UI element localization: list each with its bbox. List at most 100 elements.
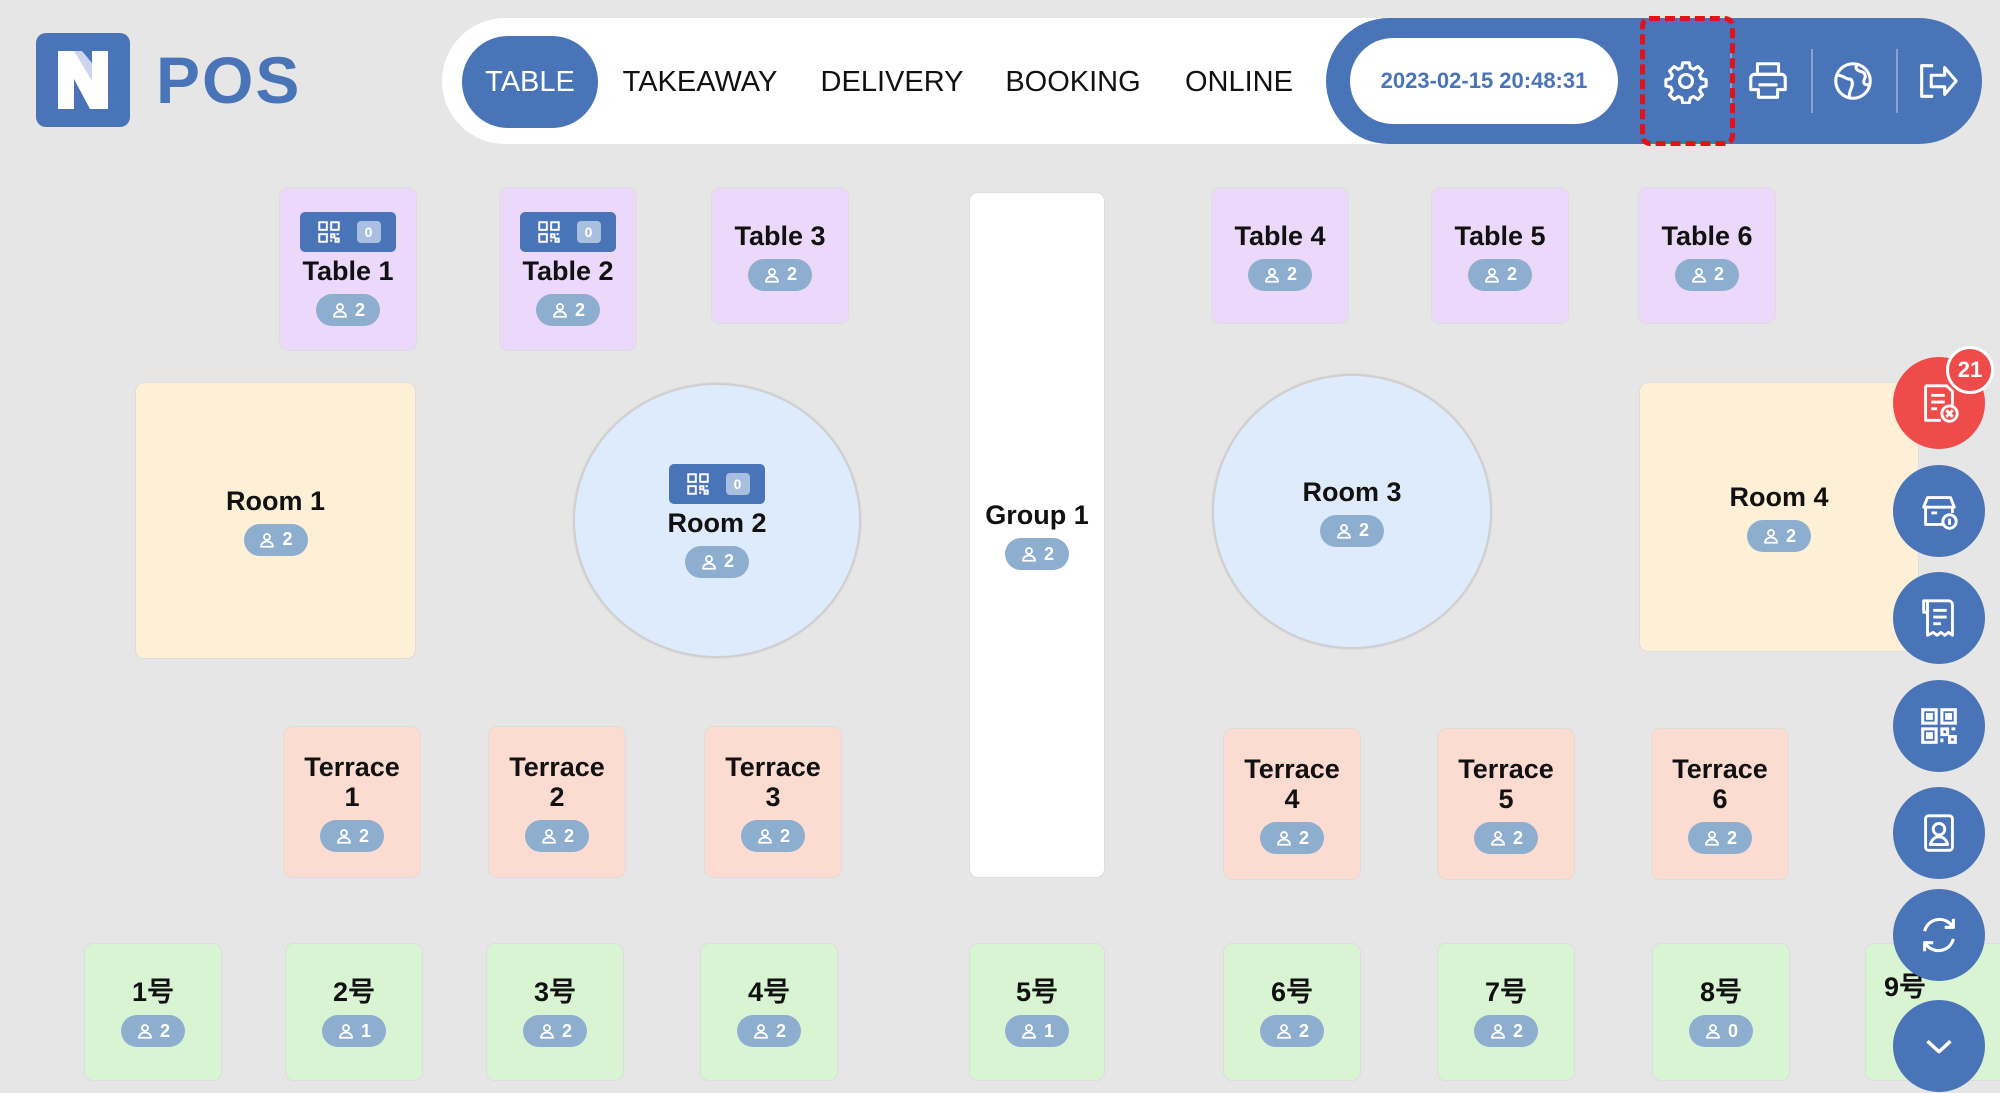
printer-icon bbox=[1749, 62, 1787, 99]
logo-text: POS bbox=[156, 43, 302, 117]
qr-code-icon bbox=[317, 221, 340, 243]
person-icon bbox=[1022, 547, 1036, 562]
logout-button[interactable] bbox=[1897, 41, 1977, 121]
person-icon bbox=[1705, 831, 1719, 846]
guest-badge: 2 bbox=[243, 523, 308, 556]
language-button[interactable] bbox=[1813, 41, 1893, 121]
receipt-icon bbox=[1922, 599, 1954, 637]
table-card[interactable]: 0 Table 2 2 bbox=[500, 188, 636, 350]
table-card[interactable]: Table 3 2 bbox=[712, 188, 848, 323]
guest-badge: 2 bbox=[316, 294, 380, 326]
tab-booking[interactable]: BOOKING bbox=[998, 36, 1148, 128]
table-name: Terrace 4 bbox=[1244, 754, 1340, 814]
person-icon bbox=[1491, 831, 1505, 846]
logo-icon bbox=[36, 33, 130, 127]
table-name: 2号 bbox=[332, 977, 376, 1007]
table-name: Table 2 bbox=[522, 256, 614, 286]
table-card[interactable]: 1号 2 bbox=[85, 944, 221, 1080]
qr-code-icon bbox=[537, 221, 560, 243]
table-card[interactable]: 3号 2 bbox=[487, 944, 623, 1080]
person-icon bbox=[260, 532, 275, 548]
cashier-button[interactable] bbox=[1893, 465, 1985, 557]
qr-code-button[interactable] bbox=[1893, 680, 1985, 772]
tab-online[interactable]: ONLINE bbox=[1176, 36, 1302, 128]
guest-badge: 2 bbox=[1260, 822, 1324, 854]
table-card[interactable]: 5号 1 bbox=[970, 944, 1104, 1080]
receipt-button[interactable] bbox=[1893, 572, 1985, 664]
guest-badge: 2 bbox=[1320, 514, 1384, 547]
table-name: 7号 bbox=[1484, 977, 1528, 1007]
table-card[interactable]: 0 Table 1 2 bbox=[280, 188, 416, 350]
table-card[interactable]: 6号 2 bbox=[1224, 944, 1360, 1080]
qr-count: 0 bbox=[725, 472, 750, 495]
person-icon bbox=[1692, 267, 1706, 283]
guest-badge: 2 bbox=[685, 545, 749, 578]
table-name: 4号 bbox=[747, 977, 791, 1007]
scroll-down-button[interactable] bbox=[1893, 1000, 1985, 1092]
qr-count: 0 bbox=[576, 221, 601, 243]
guest-badge: 2 bbox=[523, 1015, 587, 1047]
table-card[interactable]: Terrace 4 2 bbox=[1224, 729, 1360, 879]
person-icon bbox=[765, 267, 779, 283]
person-icon bbox=[339, 1024, 353, 1039]
guest-badge: 2 bbox=[1260, 1015, 1324, 1047]
table-card[interactable]: Group 1 2 bbox=[970, 193, 1104, 877]
table-name: Terrace 5 bbox=[1458, 754, 1554, 814]
table-card[interactable]: 0 Room 2 2 bbox=[573, 383, 861, 658]
guest-badge: 2 bbox=[1474, 822, 1538, 854]
table-name: Room 1 bbox=[225, 485, 325, 516]
notification-badge: 21 bbox=[1946, 346, 1994, 394]
table-card[interactable]: Table 5 2 bbox=[1432, 188, 1568, 323]
table-name: Table 3 bbox=[734, 220, 826, 251]
person-icon bbox=[540, 1024, 554, 1039]
person-icon bbox=[754, 1024, 768, 1039]
guest-badge: 1 bbox=[1005, 1015, 1069, 1047]
table-card[interactable]: Terrace 2 2 bbox=[489, 727, 625, 877]
qr-code-icon bbox=[1921, 708, 1957, 744]
guest-badge: 2 bbox=[748, 258, 812, 291]
table-card[interactable]: 4号 2 bbox=[701, 944, 837, 1080]
member-button[interactable] bbox=[1893, 787, 1985, 879]
person-icon bbox=[1277, 831, 1291, 846]
person-icon bbox=[1491, 1024, 1505, 1039]
table-card[interactable]: 8号 0 bbox=[1653, 944, 1789, 1080]
person-icon bbox=[333, 303, 347, 318]
table-name: Room 3 bbox=[1302, 476, 1402, 507]
tab-table[interactable]: TABLE bbox=[462, 36, 598, 128]
qr-count: 0 bbox=[356, 221, 381, 243]
table-card[interactable]: Table 4 2 bbox=[1212, 188, 1348, 323]
table-name: Room 2 bbox=[667, 507, 767, 538]
print-button[interactable] bbox=[1728, 41, 1808, 121]
table-card[interactable]: Room 3 2 bbox=[1212, 374, 1492, 649]
guest-badge: 2 bbox=[1747, 520, 1811, 552]
person-icon bbox=[1277, 1024, 1291, 1039]
guest-badge: 2 bbox=[1248, 258, 1312, 291]
table-name: Terrace 3 bbox=[725, 752, 821, 812]
table-card[interactable]: Room 4 2 bbox=[1640, 383, 1918, 651]
person-icon bbox=[138, 1024, 152, 1039]
person-icon bbox=[1764, 529, 1778, 544]
table-card[interactable]: 2号 1 bbox=[286, 944, 422, 1080]
table-card[interactable]: 7号 2 bbox=[1438, 944, 1574, 1080]
datetime-display: 2023-02-15 20:48:31 bbox=[1350, 38, 1618, 124]
qr-order-tag: 0 bbox=[520, 212, 616, 252]
refresh-icon bbox=[1923, 917, 1955, 953]
table-card[interactable]: Terrace 6 2 bbox=[1652, 729, 1788, 879]
refresh-button[interactable] bbox=[1893, 889, 1985, 981]
member-card-icon bbox=[1924, 814, 1954, 852]
tab-takeaway[interactable]: TAKEAWAY bbox=[614, 36, 786, 128]
person-icon bbox=[1485, 267, 1499, 283]
table-card[interactable]: Terrace 1 2 bbox=[284, 727, 420, 877]
tab-delivery[interactable]: DELIVERY bbox=[812, 36, 972, 128]
gear-icon bbox=[1664, 61, 1708, 104]
table-name: Group 1 bbox=[985, 500, 1089, 530]
person-icon bbox=[553, 303, 567, 318]
table-name: 3号 bbox=[533, 977, 577, 1007]
settings-button[interactable] bbox=[1646, 41, 1726, 121]
table-card[interactable]: Room 1 2 bbox=[136, 383, 415, 658]
table-card[interactable]: Terrace 3 2 bbox=[705, 727, 841, 877]
table-name: Table 4 bbox=[1234, 220, 1326, 251]
table-card[interactable]: Table 6 2 bbox=[1639, 188, 1775, 323]
table-name: 8号 bbox=[1699, 977, 1743, 1007]
table-card[interactable]: Terrace 5 2 bbox=[1438, 729, 1574, 879]
